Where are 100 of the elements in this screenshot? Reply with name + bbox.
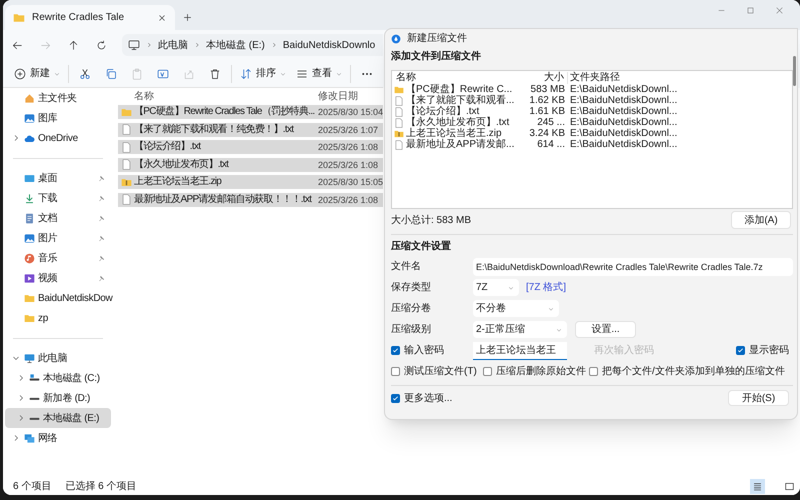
caret-icon <box>336 70 342 76</box>
password-field[interactable]: 上老王论坛当老王 <box>473 342 567 360</box>
sidebar-item[interactable]: 视频 <box>5 268 111 288</box>
tab[interactable]: Rewrite Cradles Tale <box>5 5 175 30</box>
item-count: 6 个项目 <box>13 480 52 494</box>
sidebar-item[interactable]: BaiduNetdiskDow <box>5 288 111 308</box>
folder-path: E:\BaiduNetdiskDownl... <box>569 117 678 128</box>
file-size: 1.62 KB <box>528 95 566 106</box>
app-icon <box>391 34 401 44</box>
checkbox-label: 压缩后删除原始文件 <box>496 364 586 379</box>
sidebar-item[interactable]: 本地磁盘 (C:) <box>5 368 111 388</box>
checkmark-icon <box>737 347 744 354</box>
sidebar-item[interactable]: OneDrive <box>5 128 111 148</box>
breadcrumb-item[interactable]: BaiduNetdiskDownlo <box>282 38 376 52</box>
sidebar-item[interactable]: 此电脑 <box>5 348 111 368</box>
document-icon <box>24 212 35 224</box>
dialog-title: 新建压缩文件 <box>407 32 467 46</box>
add-button[interactable]: 添加(A) <box>731 211 791 229</box>
level-dropdown[interactable]: 2-正常压缩 <box>473 321 567 338</box>
file-size: 3.24 KB <box>528 128 566 139</box>
music-icon <box>24 252 35 264</box>
file-icon <box>121 159 132 170</box>
column-header[interactable]: 大小 <box>522 72 568 84</box>
sidebar-item[interactable]: 图片 <box>5 228 111 248</box>
field-label: 压缩分卷 <box>391 302 431 316</box>
format-dropdown[interactable]: 7Z <box>473 279 519 296</box>
cloud-icon <box>24 132 35 144</box>
file-name: 【永久地址发布页】.txt <box>406 117 510 128</box>
trash-icon <box>209 68 221 80</box>
file-name: 【PC硬盘】Rewrite C... <box>406 84 512 95</box>
drive-icon <box>29 372 40 384</box>
new-button[interactable]: 新建 <box>9 62 65 84</box>
file-icon <box>121 194 132 205</box>
total-size: 大小总计: 583 MB <box>391 214 472 228</box>
close-icon <box>158 14 166 22</box>
file-name: 【来了就能下载和观看... <box>406 95 514 106</box>
column-header[interactable]: 修改日期 <box>318 88 358 104</box>
checkbox[interactable] <box>483 367 492 376</box>
sidebar-item[interactable]: 新加卷 (D:) <box>5 388 111 408</box>
file-size: 614 ... <box>536 139 566 150</box>
selection-count: 已选择 6 个项目 <box>65 480 136 494</box>
folder-icon <box>121 106 132 118</box>
download-icon <box>24 192 35 204</box>
folder-icon <box>24 292 35 304</box>
caret-icon <box>508 284 514 290</box>
file-row[interactable]: 【PC硬盘】Rewrite Cradles Tale（罚抄特典... 2025/8/30 15:04 <box>118 105 383 119</box>
start-button[interactable]: 开始(S) <box>728 390 789 406</box>
column-header[interactable]: 文件夹路径 <box>568 72 680 84</box>
file-row[interactable]: 【论坛介绍】.txt 2025/3/26 1:08 <box>118 140 383 154</box>
sidebar-item[interactable]: zp <box>5 308 111 328</box>
column-header[interactable]: 名称 <box>134 88 318 104</box>
scrollbar[interactable] <box>793 56 796 86</box>
view-button[interactable]: 查看 <box>291 62 347 84</box>
network-icon <box>24 432 35 444</box>
field-label: 文件名 <box>391 260 421 274</box>
file-name: 最新地址及APP请发邮... <box>406 139 514 150</box>
checkbox[interactable] <box>391 367 400 376</box>
folder-path: E:\BaiduNetdiskDownl... <box>569 84 678 95</box>
scissors-icon <box>79 68 91 80</box>
file-name: 【论坛介绍】.txt <box>406 106 480 117</box>
column-header[interactable]: 名称 <box>394 72 522 84</box>
sidebar-item[interactable]: 网络 <box>5 428 111 448</box>
chevron-right-icon <box>146 42 152 48</box>
sidebar-item[interactable]: 音乐 <box>5 248 111 268</box>
file-row[interactable]: 上老王论坛当老王.zip 2025/8/30 15:05 <box>118 175 383 189</box>
modified-date: 2025/3/26 1:08 <box>318 194 378 206</box>
checkbox[interactable] <box>736 346 745 355</box>
sidebar-item[interactable]: 图库 <box>5 108 111 128</box>
sidebar-item[interactable]: 下载 <box>5 188 111 208</box>
caret-icon <box>556 326 562 332</box>
file-name: 【PC硬盘】Rewrite Cradles Tale（罚抄特典... <box>134 105 316 119</box>
home-icon <box>24 92 35 104</box>
tiles-view-icon <box>784 480 795 492</box>
checkbox[interactable] <box>589 367 598 376</box>
breadcrumb-item[interactable]: 本地磁盘 (E:) <box>206 38 265 52</box>
folder-icon <box>394 84 404 94</box>
settings-button[interactable]: 设置... <box>575 321 636 338</box>
modified-date: 2025/3/26 1:08 <box>318 141 378 154</box>
zip-folder-icon <box>394 128 404 138</box>
folder-path: E:\BaiduNetdiskDownl... <box>569 128 678 139</box>
file-row[interactable]: 最新地址及APP请发邮箱自动获取！！！.txt 2025/3/26 1:08 <box>118 192 383 206</box>
breadcrumb-item[interactable]: 此电脑 <box>158 38 188 52</box>
checkbox[interactable] <box>391 394 400 402</box>
sidebar-item[interactable]: 桌面 <box>5 168 111 188</box>
details-view-button[interactable] <box>750 478 765 494</box>
filename-field[interactable]: E:\BaiduNetdiskDownload\Rewrite Cradles Tale\Rewrite Cradles Tale.7z <box>473 258 793 276</box>
address-bar[interactable]: 此电脑 本地磁盘 (E:) BaiduNetdiskDownlo <box>122 34 383 56</box>
file-name: 最新地址及APP请发邮箱自动获取！！！.txt <box>134 192 313 206</box>
sort-button[interactable]: 排序 <box>235 62 291 84</box>
chevron-right-icon <box>194 42 200 48</box>
file-row[interactable]: 【来了就能下载和观看！纯免费！】.txt 2025/3/26 1:07 <box>118 122 383 136</box>
sidebar-item[interactable]: 本地磁盘 (E:) <box>5 408 111 428</box>
checkbox[interactable] <box>391 346 400 355</box>
file-row[interactable]: 【永久地址发布页】.txt 2025/3/26 1:08 <box>118 158 383 172</box>
details-view-icon <box>752 480 763 492</box>
file-icon <box>121 124 132 135</box>
computer-icon <box>128 39 140 51</box>
sidebar-item[interactable]: 文档 <box>5 208 111 228</box>
sidebar-item[interactable]: 主文件夹 <box>5 88 111 108</box>
split-dropdown[interactable]: 不分卷 <box>473 300 559 317</box>
